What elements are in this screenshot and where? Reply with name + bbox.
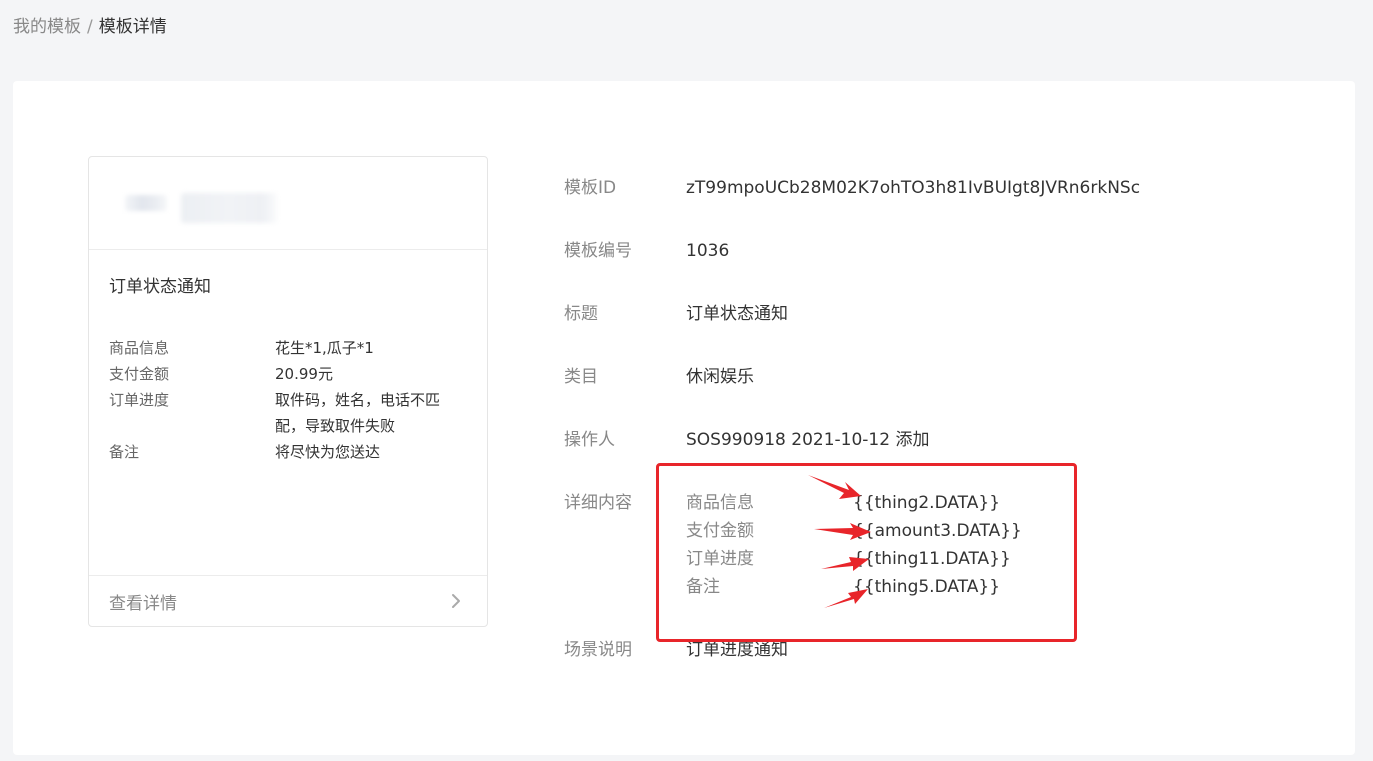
detail-label: 场景说明 bbox=[564, 640, 632, 660]
category-value: 休闲娱乐 bbox=[686, 367, 754, 387]
preview-header bbox=[89, 157, 487, 250]
template-id-value: zT99mpoUCb28M02K7ohTO3h81IvBUIgt8JVRn6rk… bbox=[686, 178, 1141, 198]
content-value: {{thing5.DATA}} bbox=[853, 577, 1001, 597]
detail-label: 类目 bbox=[564, 367, 598, 387]
preview-row-label: 商品信息 bbox=[109, 339, 170, 357]
detail-label: 模板编号 bbox=[564, 241, 632, 261]
operator-value: SOS990918 2021-10-12 添加 bbox=[686, 430, 930, 450]
detail-label: 详细内容 bbox=[564, 493, 632, 513]
template-preview-card: 订单状态通知 商品信息 花生*1,瓜子*1 支付金额 20.99元 订单进度 取… bbox=[88, 156, 488, 627]
breadcrumb: 我的模板 / 模板详情 bbox=[13, 16, 167, 38]
breadcrumb-current: 模板详情 bbox=[98, 17, 167, 37]
view-details-label: 查看详情 bbox=[109, 594, 177, 614]
preview-row-label: 备注 bbox=[109, 443, 140, 461]
preview-row-value: 花生*1,瓜子*1 bbox=[275, 339, 374, 357]
preview-row: 支付金额 20.99元 bbox=[109, 361, 469, 387]
content-key: 商品信息 bbox=[686, 493, 754, 513]
breadcrumb-separator: / bbox=[87, 17, 93, 37]
preview-row: 备注 将尽快为您送达 bbox=[109, 439, 469, 465]
preview-row-value: 将尽快为您送达 bbox=[275, 443, 381, 461]
template-no-value: 1036 bbox=[686, 241, 730, 261]
preview-title: 订单状态通知 bbox=[109, 277, 211, 297]
preview-row-value: 20.99元 bbox=[275, 365, 333, 383]
detail-label: 模板ID bbox=[564, 178, 617, 198]
content-key: 支付金额 bbox=[686, 521, 754, 541]
content-value: {{thing2.DATA}} bbox=[853, 493, 1001, 513]
content-value: {{thing11.DATA}} bbox=[853, 549, 1011, 569]
detail-label: 操作人 bbox=[564, 430, 615, 450]
preview-row-label: 支付金额 bbox=[109, 365, 170, 383]
chevron-right-icon bbox=[452, 594, 460, 608]
detail-label: 标题 bbox=[564, 304, 598, 324]
view-details-link[interactable]: 查看详情 bbox=[89, 575, 487, 626]
breadcrumb-my-templates[interactable]: 我的模板 bbox=[13, 17, 81, 37]
preview-fields: 商品信息 花生*1,瓜子*1 支付金额 20.99元 订单进度 取件码，姓名，电… bbox=[109, 335, 469, 465]
preview-row: 订单进度 取件码，姓名，电话不匹配，导致取件失败 bbox=[109, 387, 469, 439]
preview-row: 商品信息 花生*1,瓜子*1 bbox=[109, 335, 469, 361]
preview-row-label: 订单进度 bbox=[109, 391, 170, 409]
content-key: 订单进度 bbox=[686, 549, 754, 569]
blurred-account-name bbox=[181, 193, 277, 223]
content-key: 备注 bbox=[686, 577, 720, 597]
scene-value: 订单进度通知 bbox=[686, 640, 788, 660]
title-value: 订单状态通知 bbox=[686, 304, 788, 324]
content-value: {{amount3.DATA}} bbox=[853, 521, 1022, 541]
preview-row-value: 取件码，姓名，电话不匹配，导致取件失败 bbox=[275, 391, 441, 435]
template-detail-card: 订单状态通知 商品信息 花生*1,瓜子*1 支付金额 20.99元 订单进度 取… bbox=[13, 81, 1355, 755]
blurred-account-avatar bbox=[125, 195, 167, 211]
